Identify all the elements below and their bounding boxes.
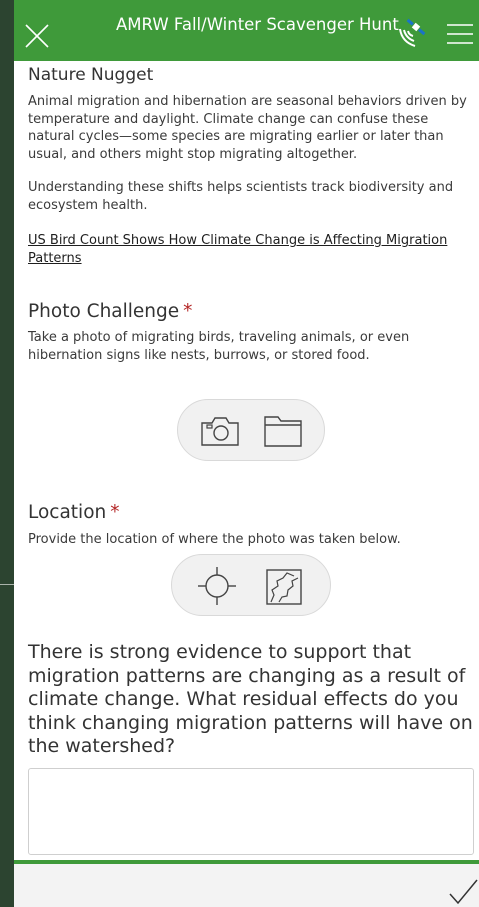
required-asterisk: * [110,502,120,523]
survey-title: AMRW Fall/Winter Scavenger Hunt [116,15,399,34]
nugget-paragraph-2: Understanding these shifts helps scienti… [28,180,454,213]
edge-tick [0,584,14,585]
required-asterisk: * [183,301,193,322]
folder-icon[interactable] [263,413,303,449]
photo-input-controls [177,399,325,461]
satellite-gps-icon[interactable] [396,16,428,50]
map-icon[interactable] [265,568,303,606]
checkmark-icon[interactable] [448,878,478,906]
photo-challenge-label: Photo Challenge [28,301,180,322]
hamburger-menu-icon[interactable] [446,22,474,46]
survey-content: Nature Nugget Animal migration and hiber… [14,61,479,861]
watershed-question: There is strong evidence to support that… [28,641,473,757]
location-input-controls [171,554,331,616]
answer-textarea[interactable] [29,769,473,854]
left-edge-strip [0,0,14,907]
footer-bar [14,864,479,907]
camera-icon[interactable] [200,414,240,448]
migration-article-link[interactable]: US Bird Count Shows How Climate Change i… [28,232,468,267]
location-title: Location * [28,502,120,523]
location-description: Provide the location of where the photo … [28,532,401,547]
crosshair-icon[interactable] [196,565,238,607]
nugget-paragraph-1: Animal migration and hibernation are sea… [28,94,467,162]
survey-app: AMRW Fall/Winter Scavenger Hunt Nature N… [14,0,479,907]
close-icon[interactable] [24,23,50,49]
header-bar: AMRW Fall/Winter Scavenger Hunt [14,0,479,61]
photo-challenge-title: Photo Challenge * [28,301,192,322]
nature-nugget-heading: Nature Nugget [28,65,154,85]
answer-field[interactable] [28,768,474,855]
location-label: Location [28,502,107,523]
photo-challenge-description: Take a photo of migrating birds, traveli… [28,330,410,363]
